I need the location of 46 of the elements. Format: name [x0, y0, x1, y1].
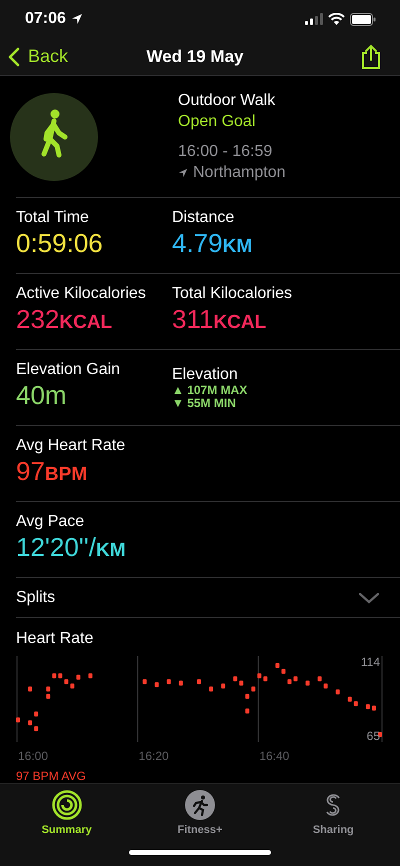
elevation-max: ▲ 107M MAX	[172, 384, 248, 396]
tab[interactable]: Sharing	[283, 790, 384, 836]
stat-value: 40m	[16, 378, 68, 412]
activity-rings-icon	[52, 790, 82, 820]
average-heart-rate: 97 BPM AVG	[16, 769, 87, 783]
y-tick-label: 114	[360, 655, 380, 669]
tab[interactable]: Fitness+	[150, 790, 250, 836]
stat-label: Active Kilocalories	[16, 284, 147, 302]
splits-row[interactable]: Splits	[16, 578, 400, 618]
walking-figure-icon	[10, 92, 98, 180]
time-range: 16:00 - 16:59	[178, 142, 274, 162]
x-tick-label: 16:40	[259, 749, 290, 763]
location-arrow-icon	[70, 13, 83, 26]
stat-label: Total Time	[16, 208, 90, 226]
stat-label: Avg Pace	[16, 512, 86, 530]
location-arrow-icon	[178, 168, 188, 178]
chart-title: Heart Rate	[16, 630, 94, 648]
stat-value: 232KCAL	[16, 302, 114, 336]
stat-value: 97BPM	[16, 454, 88, 488]
x-tick-label: 16:00	[18, 749, 48, 763]
stat-label: Avg Heart Rate	[16, 436, 126, 454]
stat-value: 12'20''/KM	[16, 530, 127, 564]
stat-label: Elevation	[172, 366, 239, 384]
tab[interactable]: Summary	[16, 790, 117, 836]
elevation-min: ▼ 55M MIN	[172, 396, 237, 410]
share-button[interactable]	[360, 44, 382, 70]
stat-value: 311KCAL	[172, 302, 268, 336]
x-tick-label: 16:20	[138, 749, 169, 763]
workout-name: Outdoor Walk	[178, 91, 276, 111]
wifi-icon	[328, 13, 345, 26]
battery-icon	[350, 12, 376, 26]
back-button[interactable]: Back	[8, 46, 68, 68]
stat-value: 0:59:06	[16, 226, 104, 260]
status-time: 07:06	[25, 10, 66, 28]
stat-label: Distance	[172, 208, 236, 226]
stat-label: Total Kilocalories	[172, 284, 294, 302]
stat-label: Elevation Gain	[16, 360, 122, 378]
signal-icon	[305, 13, 323, 26]
chevron-left-icon	[8, 46, 20, 67]
running-figure-icon	[184, 790, 215, 820]
chevron-down-icon	[358, 592, 380, 604]
workout-goal: Open Goal	[178, 112, 256, 132]
stat-value: 4.79KM	[172, 226, 254, 260]
nav-title: Wed 19 May	[146, 46, 244, 67]
y-tick-label: 65	[366, 729, 380, 743]
location-name: Northampton	[193, 163, 286, 183]
